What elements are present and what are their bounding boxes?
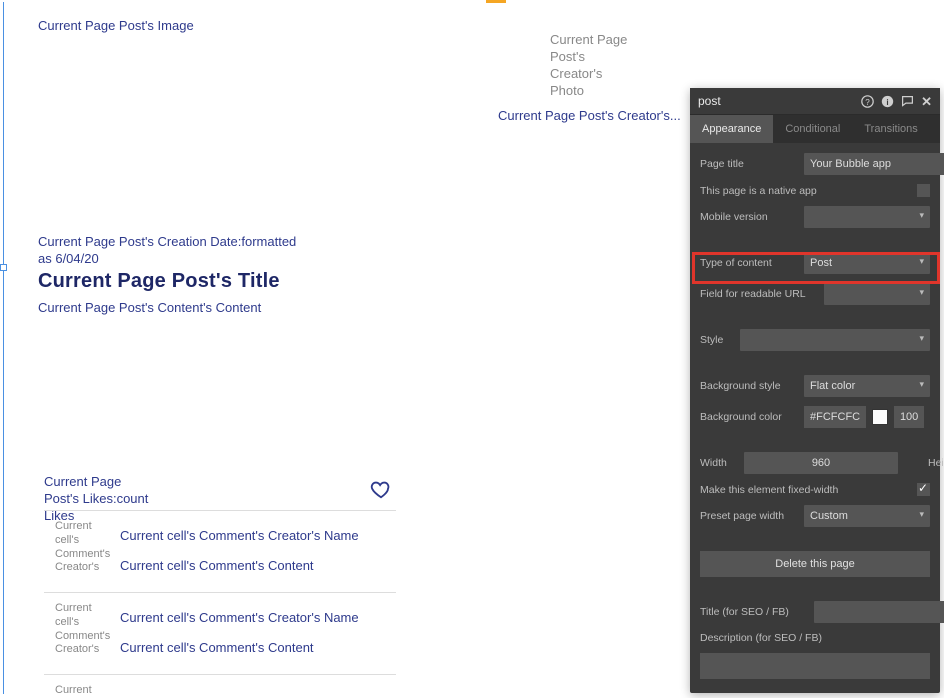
divider xyxy=(44,674,396,675)
readable-url-label: Field for readable URL xyxy=(700,288,816,300)
tab-conditional[interactable]: Conditional xyxy=(773,115,852,143)
comment-content-placeholder[interactable]: Current cell's Comment's Content xyxy=(120,640,314,655)
preset-width-select[interactable]: Custom xyxy=(804,505,930,527)
post-image-placeholder[interactable]: Current Page Post's Image xyxy=(38,18,194,35)
tab-appearance[interactable]: Appearance xyxy=(690,115,773,143)
bg-color-label: Background color xyxy=(700,411,796,423)
svg-text:i: i xyxy=(886,97,888,106)
divider xyxy=(44,592,396,593)
creator-name-placeholder[interactable]: Current Page Post's Creator's... xyxy=(498,108,681,125)
fixed-width-label: Make this element fixed-width xyxy=(700,484,838,496)
bg-style-label: Background style xyxy=(700,380,796,392)
svg-text:?: ? xyxy=(865,97,870,106)
type-of-content-select[interactable]: Post xyxy=(804,252,930,274)
creator-photo-placeholder[interactable]: Current Page Post's Creator's Photo xyxy=(550,32,630,100)
bg-color-swatch[interactable] xyxy=(872,409,888,425)
post-title-placeholder[interactable]: Current Page Post's Title xyxy=(38,268,280,294)
close-icon[interactable]: ✕ xyxy=(921,95,932,108)
info-icon[interactable]: i xyxy=(881,95,894,108)
post-likes-placeholder[interactable]: Current Page Post's Likes:count Likes xyxy=(44,474,154,525)
panel-tabs: Appearance Conditional Transitions xyxy=(690,115,940,143)
bg-style-select[interactable]: Flat color xyxy=(804,375,930,397)
seo-title-input[interactable] xyxy=(814,601,944,623)
divider xyxy=(44,510,396,511)
readable-url-select[interactable] xyxy=(824,283,930,305)
mobile-version-label: Mobile version xyxy=(700,211,796,223)
seo-desc-label: Description (for SEO / FB) xyxy=(700,632,930,644)
comment-content-placeholder[interactable]: Current cell's Comment's Content xyxy=(120,558,314,573)
native-app-label: This page is a native app xyxy=(700,185,817,197)
comment-creator-name-placeholder[interactable]: Current cell's Comment's Creator's Name xyxy=(120,610,359,625)
native-app-checkbox[interactable] xyxy=(917,184,930,197)
help-icon[interactable]: ? xyxy=(861,95,874,108)
bg-color-hex[interactable]: #FCFCFC xyxy=(804,406,866,428)
fixed-width-checkbox[interactable] xyxy=(917,483,930,496)
bg-color-alpha[interactable]: 100 xyxy=(894,406,924,428)
height-label: Height xyxy=(928,457,944,469)
post-content-placeholder[interactable]: Current Page Post's Content's Content xyxy=(38,300,261,317)
seo-desc-input[interactable] xyxy=(700,653,930,679)
comment-creator-photo-placeholder[interactable]: Current cell's Comment's Creator's xyxy=(55,520,113,575)
canvas-left-edge xyxy=(3,2,4,694)
comment-icon[interactable] xyxy=(901,95,914,108)
delete-page-button[interactable]: Delete this page xyxy=(700,551,930,577)
page-title-input[interactable] xyxy=(804,153,944,175)
bg-style-value: Flat color xyxy=(810,380,855,392)
comment-creator-photo-placeholder[interactable]: Current cell's Comment's Creator's xyxy=(55,602,113,657)
preset-width-value: Custom xyxy=(810,510,848,522)
style-select[interactable] xyxy=(740,329,930,351)
tab-transitions[interactable]: Transitions xyxy=(852,115,929,143)
comment-creator-name-placeholder[interactable]: Current cell's Comment's Creator's Name xyxy=(120,528,359,543)
type-of-content-label: Type of content xyxy=(700,257,796,269)
type-of-content-value: Post xyxy=(810,257,832,269)
width-input[interactable] xyxy=(744,452,898,474)
heart-icon[interactable] xyxy=(370,478,392,500)
type-of-content-row: Type of content Post xyxy=(700,252,930,274)
seo-title-label: Title (for SEO / FB) xyxy=(700,606,806,618)
panel-header[interactable]: post ? i ✕ xyxy=(690,88,940,115)
style-label: Style xyxy=(700,334,732,346)
post-date-placeholder[interactable]: Current Page Post's Creation Date:format… xyxy=(38,234,298,268)
page-title-label: Page title xyxy=(700,158,796,170)
width-label: Width xyxy=(700,457,736,469)
properties-panel: post ? i ✕ Appearance Conditional Transi… xyxy=(690,88,940,693)
selection-top-marker xyxy=(486,0,506,3)
comment-creator-photo-placeholder[interactable]: Current xyxy=(55,684,113,698)
resize-handle-left[interactable] xyxy=(0,264,7,271)
preset-width-label: Preset page width xyxy=(700,510,796,522)
panel-element-name: post xyxy=(698,94,861,108)
mobile-version-select[interactable] xyxy=(804,206,930,228)
